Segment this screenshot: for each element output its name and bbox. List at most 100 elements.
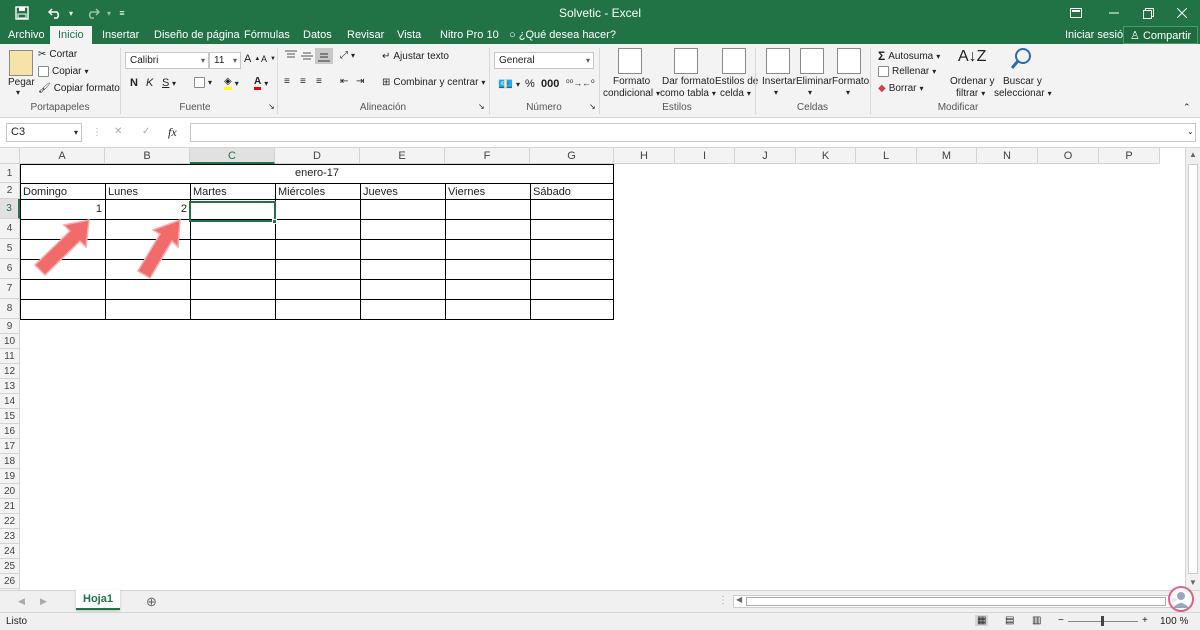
- cell-styles-label-1[interactable]: Estilos de: [715, 76, 758, 87]
- format-cells-icon[interactable]: [837, 48, 861, 74]
- row-header-12[interactable]: 12: [0, 364, 20, 379]
- name-box[interactable]: C3 ▾: [6, 123, 82, 142]
- number-format-select[interactable]: General ▾: [494, 52, 594, 69]
- cell-c2[interactable]: Martes: [190, 183, 275, 201]
- page-layout-view-icon[interactable]: ▤: [1005, 615, 1014, 626]
- format-cells-label[interactable]: Formato: [832, 76, 869, 87]
- row-header-15[interactable]: 15: [0, 409, 20, 424]
- zoom-slider-thumb[interactable]: [1101, 616, 1104, 626]
- sort-filter-icon[interactable]: A↓Z: [958, 48, 986, 66]
- alignment-dialog-launcher-icon[interactable]: ↘: [478, 102, 485, 111]
- column-header-j[interactable]: J: [735, 148, 796, 164]
- delete-cells-label[interactable]: Eliminar: [796, 76, 832, 87]
- conditional-format-label-1[interactable]: Formato: [613, 76, 650, 87]
- tab-inicio[interactable]: Inicio: [50, 26, 92, 44]
- tab-archivo[interactable]: Archivo: [8, 26, 45, 44]
- find-select-label-2[interactable]: seleccionar ▾: [994, 88, 1052, 99]
- column-header-h[interactable]: H: [614, 148, 675, 164]
- row-header-25[interactable]: 25: [0, 559, 20, 574]
- expand-formula-bar-icon[interactable]: ⌄: [1187, 127, 1194, 136]
- sheet-tab-hoja1[interactable]: Hoja1: [76, 590, 120, 610]
- row-header-17[interactable]: 17: [0, 439, 20, 454]
- formula-input[interactable]: [190, 123, 1196, 142]
- merge-center-button[interactable]: ⊞ Combinar y centrar ▾: [382, 77, 485, 88]
- column-header-c[interactable]: C: [190, 148, 275, 164]
- comma-style-icon[interactable]: 000: [541, 78, 559, 90]
- zoom-out-icon[interactable]: −: [1058, 615, 1064, 626]
- horizontal-scrollbar[interactable]: ◀ ▶: [733, 595, 1181, 608]
- tab-vista[interactable]: Vista: [397, 26, 421, 44]
- format-painter-button[interactable]: 🖌 Copiar formato: [38, 83, 120, 94]
- row-header-19[interactable]: 19: [0, 469, 20, 484]
- scroll-left-icon[interactable]: ◀: [736, 595, 742, 604]
- collapse-ribbon-icon[interactable]: ⌃: [1183, 102, 1191, 113]
- format-cells-dropdown-icon[interactable]: ▾: [846, 88, 850, 97]
- align-left-icon[interactable]: ≡: [284, 76, 290, 87]
- row-header-7[interactable]: 7: [0, 279, 20, 299]
- row-header-21[interactable]: 21: [0, 499, 20, 514]
- cell-e2[interactable]: Jueves: [360, 183, 445, 201]
- select-all-corner[interactable]: [0, 148, 20, 164]
- column-header-f[interactable]: F: [445, 148, 530, 164]
- align-middle-icon[interactable]: [300, 50, 314, 62]
- align-bottom-icon[interactable]: [315, 48, 333, 64]
- wrap-text-button[interactable]: ↵ Ajustar texto: [382, 51, 449, 62]
- row-header-5[interactable]: 5: [0, 239, 20, 259]
- page-break-view-icon[interactable]: ▥: [1032, 615, 1041, 626]
- confirm-entry-icon[interactable]: ✓: [142, 126, 150, 137]
- font-name-select[interactable]: Calibri ▾: [125, 52, 209, 69]
- increase-decimal-icon[interactable]: ⁰⁰→: [566, 78, 582, 89]
- fill-handle[interactable]: [272, 219, 277, 224]
- share-button[interactable]: ♙ Compartir: [1123, 26, 1199, 44]
- cancel-entry-icon[interactable]: ✕: [114, 126, 122, 137]
- align-right-icon[interactable]: ≡: [316, 76, 322, 87]
- new-sheet-icon[interactable]: ⊕: [146, 594, 157, 610]
- row-header-8[interactable]: 8: [0, 299, 20, 319]
- tab-insertar[interactable]: Insertar: [102, 26, 139, 44]
- tell-me-box[interactable]: ○ ¿Qué desea hacer?: [509, 26, 616, 44]
- grow-font-icon[interactable]: A ▲: [244, 53, 260, 65]
- close-icon[interactable]: [1172, 3, 1192, 23]
- font-dialog-launcher-icon[interactable]: ↘: [268, 102, 275, 111]
- underline-button[interactable]: S: [162, 77, 169, 89]
- vertical-scroll-thumb[interactable]: [1188, 164, 1198, 574]
- decrease-decimal-icon[interactable]: ←⁰: [582, 78, 595, 89]
- row-header-13[interactable]: 13: [0, 379, 20, 394]
- tab-revisar[interactable]: Revisar: [347, 26, 384, 44]
- active-cell-selection[interactable]: [189, 201, 276, 222]
- signin-link[interactable]: Iniciar sesión: [1065, 26, 1129, 44]
- row-header-3[interactable]: 3: [0, 199, 20, 219]
- cell-a3[interactable]: 1: [20, 199, 105, 219]
- increase-indent-icon[interactable]: ⇥: [356, 76, 364, 87]
- borders-icon[interactable]: ▾: [194, 77, 212, 88]
- row-header-14[interactable]: 14: [0, 394, 20, 409]
- column-header-i[interactable]: I: [675, 148, 735, 164]
- delete-cells-icon[interactable]: [800, 48, 824, 74]
- delete-cells-dropdown-icon[interactable]: ▾: [808, 88, 812, 97]
- cell-g2[interactable]: Sábado: [530, 183, 614, 201]
- insert-cells-dropdown-icon[interactable]: ▾: [774, 88, 778, 97]
- vertical-scrollbar[interactable]: ▲ ▼: [1185, 148, 1200, 590]
- sort-filter-label-2[interactable]: filtrar ▾: [956, 88, 985, 99]
- column-header-g[interactable]: G: [530, 148, 614, 164]
- row-header-2[interactable]: 2: [0, 183, 20, 199]
- horizontal-scroll-thumb[interactable]: [746, 597, 1166, 606]
- currency-icon[interactable]: 💶 ▾: [498, 77, 520, 91]
- column-header-l[interactable]: L: [856, 148, 917, 164]
- row-header-16[interactable]: 16: [0, 424, 20, 439]
- column-header-m[interactable]: M: [917, 148, 977, 164]
- restore-icon[interactable]: [1138, 3, 1158, 23]
- tab-diseno-pagina[interactable]: Diseño de página: [154, 26, 240, 44]
- next-sheet-icon[interactable]: ▶: [40, 596, 47, 607]
- orientation-icon[interactable]: ⤢ ▾: [340, 50, 355, 61]
- row-header-18[interactable]: 18: [0, 454, 20, 469]
- shrink-font-icon[interactable]: A ▼: [261, 54, 276, 64]
- sort-filter-label-1[interactable]: Ordenar y: [950, 76, 994, 87]
- italic-button[interactable]: K: [146, 77, 153, 89]
- paste-dropdown-icon[interactable]: ▾: [16, 88, 20, 97]
- paste-label[interactable]: Pegar: [8, 77, 35, 88]
- tab-formulas[interactable]: Fórmulas: [244, 26, 290, 44]
- percent-icon[interactable]: %: [525, 78, 535, 90]
- normal-view-icon[interactable]: ▦: [975, 615, 989, 626]
- column-header-o[interactable]: O: [1038, 148, 1099, 164]
